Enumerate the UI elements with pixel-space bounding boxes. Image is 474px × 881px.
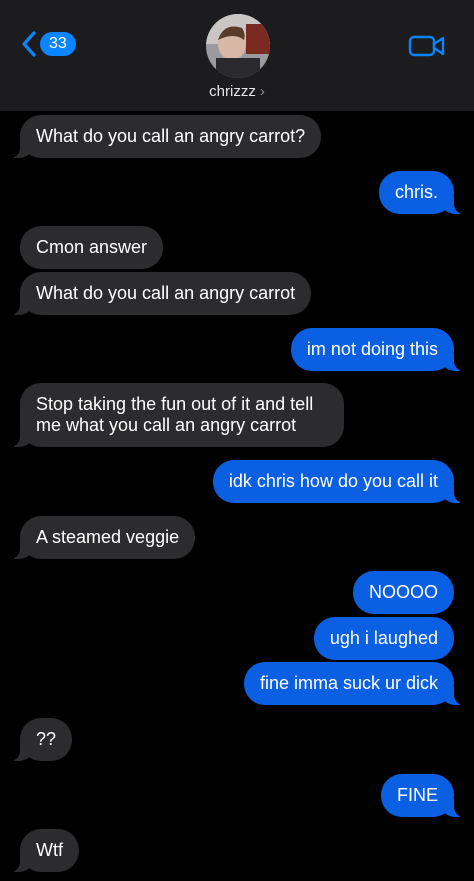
avatar-photo-icon (206, 14, 270, 78)
message-bubble-outgoing[interactable]: chris. (378, 171, 465, 214)
contact-avatar[interactable] (206, 14, 270, 78)
chevron-left-icon (22, 31, 36, 57)
facetime-video-icon[interactable] (408, 33, 446, 59)
contact-name-link[interactable]: chrizzz › (0, 83, 474, 100)
message-bubble-outgoing[interactable]: NOOOO (352, 571, 454, 614)
message-bubble-incoming[interactable]: Cmon answer (20, 226, 164, 269)
back-button[interactable]: 33 (20, 30, 76, 58)
message-bubble-outgoing[interactable]: ugh i laughed (313, 617, 454, 660)
message-bubble-outgoing[interactable]: im not doing this (290, 328, 465, 371)
message-bubble-incoming[interactable]: Stop taking the fun out of it and tell m… (10, 383, 344, 447)
message-bubble-incoming[interactable]: ?? (9, 718, 73, 761)
message-bubble-incoming[interactable]: A steamed veggie (9, 516, 196, 559)
message-bubble-outgoing[interactable]: idk chris how do you call it (212, 460, 465, 503)
message-bubble-outgoing[interactable]: FINE (380, 774, 465, 817)
message-bubble-incoming[interactable]: What do you call an angry carrot (9, 272, 312, 315)
message-bubble-incoming[interactable]: Wtf (10, 829, 79, 872)
contact-name: chrizzz (209, 83, 256, 100)
chevron-right-icon: › (259, 83, 265, 100)
unread-count-badge: 33 (40, 32, 76, 56)
message-bubble-outgoing[interactable]: fine imma suck ur dick (243, 662, 465, 705)
message-bubble-incoming[interactable]: What do you call an angry carrot? (9, 115, 322, 158)
conversation-header: 33 chrizzz › (0, 0, 474, 111)
